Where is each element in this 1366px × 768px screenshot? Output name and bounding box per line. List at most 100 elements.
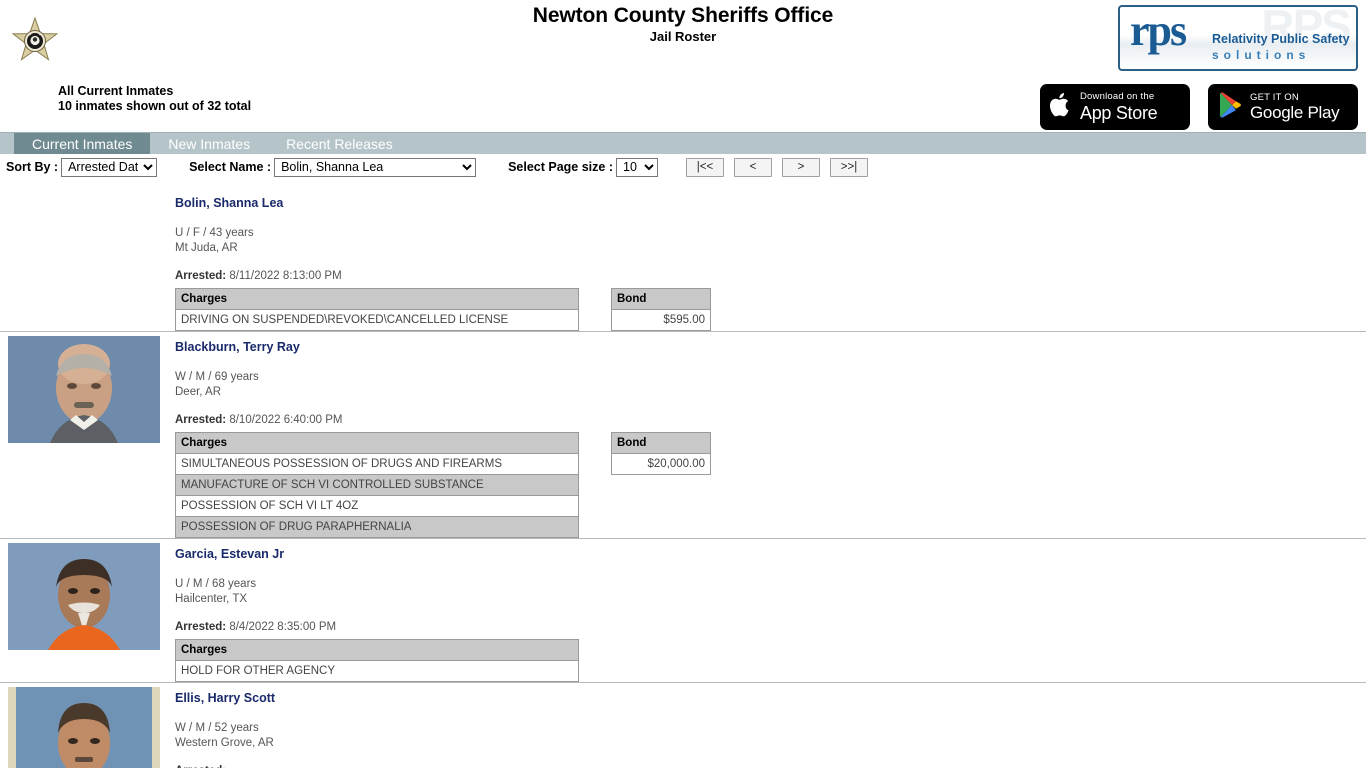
charges-header: Charges — [175, 288, 579, 310]
table-row: HOLD FOR OTHER AGENCY — [175, 660, 579, 682]
previous-page-button[interactable]: < — [734, 157, 772, 177]
first-page-button[interactable]: |<< — [686, 157, 724, 177]
charge-cell: MANUFACTURE OF SCH VI CONTROLLED SUBSTAN… — [175, 474, 579, 496]
tab-new-inmates[interactable]: New Inmates — [150, 133, 268, 154]
inmate-arrested: Arrested: — [175, 764, 1366, 768]
rps-wordmark: rps — [1130, 6, 1187, 55]
arrested-value: 8/10/2022 6:40:00 PM — [229, 414, 343, 426]
inmate-details: Garcia, Estevan Jr U / M / 68 years Hail… — [175, 539, 1366, 682]
bond-table: Bond $20,000.00 — [611, 432, 711, 475]
page-header: Newton County Sheriffs Office Jail Roste… — [0, 0, 1366, 132]
rps-tagline-primary: Relativity Public Safety — [1212, 32, 1350, 46]
inmate-details: Ellis, Harry Scott W / M / 52 years West… — [175, 683, 1366, 768]
inmate-race-sex-age: W / M / 52 years — [175, 722, 259, 734]
last-page-button[interactable]: >>| — [830, 157, 868, 177]
inmate-arrested: Arrested: 8/11/2022 8:13:00 PM — [175, 269, 1366, 283]
sort-by-select[interactable]: Arrested Date — [61, 157, 158, 177]
summary-line-scope: All Current Inmates — [58, 84, 174, 98]
inmate-race-sex-age: U / F / 43 years — [175, 227, 254, 239]
charge-cell: HOLD FOR OTHER AGENCY — [175, 660, 579, 682]
charges-and-bond: Charges HOLD FOR OTHER AGENCY — [175, 639, 1366, 682]
inmate-demographics: U / M / 68 years Hailcenter, TX — [175, 577, 1366, 606]
table-row: POSSESSION OF DRUG PARAPHERNALIA — [175, 516, 579, 538]
inmate-name-link[interactable]: Garcia, Estevan Jr — [175, 547, 284, 561]
select-name-select[interactable]: Bolin, Shanna Lea — [274, 157, 477, 177]
page-size-label: Select Page size : — [508, 160, 613, 174]
roster-controls: Sort By : Arrested Date Select Name : Bo… — [0, 154, 1366, 178]
mugshot-cell — [0, 188, 175, 331]
tab-current-inmates[interactable]: Current Inmates — [14, 133, 151, 154]
inmate-record: Garcia, Estevan Jr U / M / 68 years Hail… — [0, 538, 1366, 682]
arrested-value: 8/4/2022 8:35:00 PM — [229, 621, 337, 633]
inmate-arrested: Arrested: 8/4/2022 8:35:00 PM — [175, 620, 1366, 634]
inmate-race-sex-age: U / M / 68 years — [175, 578, 257, 590]
bond-cell: $20,000.00 — [611, 453, 711, 475]
google-play-icon — [1218, 91, 1242, 123]
google-play-button[interactable]: GET IT ON Google Play — [1208, 84, 1358, 130]
rps-logo[interactable]: RPS rps Relativity Public Safety solutio… — [1118, 5, 1358, 71]
inmate-demographics: W / M / 69 years Deer, AR — [175, 370, 1366, 399]
table-row: MANUFACTURE OF SCH VI CONTROLLED SUBSTAN… — [175, 474, 579, 496]
app-store-badge-label: App Store — [1080, 102, 1158, 123]
next-page-button[interactable]: > — [782, 157, 820, 177]
sheriff-star-badge-icon — [10, 16, 60, 66]
bond-cell: $595.00 — [611, 309, 711, 331]
summary-line-count: 10 inmates shown out of 32 total — [58, 99, 252, 113]
table-row: SIMULTANEOUS POSSESSION OF DRUGS AND FIR… — [175, 453, 579, 475]
charges-table: Charges SIMULTANEOUS POSSESSION OF DRUGS… — [175, 432, 579, 538]
pagination-controls: |<< < > >>| — [686, 157, 868, 177]
table-row: $20,000.00 — [611, 453, 711, 475]
inmate-name-link[interactable]: Bolin, Shanna Lea — [175, 196, 283, 210]
inmate-record: Ellis, Harry Scott W / M / 52 years West… — [0, 682, 1366, 768]
charges-header: Charges — [175, 432, 579, 454]
arrested-value: 8/11/2022 8:13:00 PM — [229, 270, 342, 282]
arrested-label: Arrested: — [175, 621, 227, 633]
mugshot-cell — [0, 332, 175, 538]
google-play-badge-label: Google Play — [1250, 103, 1340, 123]
charge-cell: DRIVING ON SUSPENDED\REVOKED\CANCELLED L… — [175, 309, 579, 331]
inmate-arrested: Arrested: 8/10/2022 6:40:00 PM — [175, 413, 1366, 427]
inmate-name-link[interactable]: Blackburn, Terry Ray — [175, 340, 300, 354]
charges-and-bond: Charges SIMULTANEOUS POSSESSION OF DRUGS… — [175, 432, 1366, 538]
charge-cell: SIMULTANEOUS POSSESSION OF DRUGS AND FIR… — [175, 453, 579, 475]
inmate-race-sex-age: W / M / 69 years — [175, 371, 259, 383]
apple-logo-icon — [1049, 92, 1072, 123]
page-size-select[interactable]: 10 — [616, 157, 658, 177]
inmate-demographics: U / F / 43 years Mt Juda, AR — [175, 226, 1366, 255]
inmate-record: Bolin, Shanna Lea U / F / 43 years Mt Ju… — [0, 178, 1366, 331]
rps-tagline-secondary: solutions — [1212, 48, 1311, 62]
inmate-details: Blackburn, Terry Ray W / M / 69 years De… — [175, 332, 1366, 538]
inmate-mugshot[interactable] — [8, 543, 160, 650]
inmate-city-state: Western Grove, AR — [175, 736, 274, 749]
bond-header: Bond — [611, 432, 711, 454]
inmate-demographics: W / M / 52 years Western Grove, AR — [175, 721, 1366, 750]
google-play-badge-small: GET IT ON — [1250, 91, 1299, 103]
inmate-roster: Bolin, Shanna Lea U / F / 43 years Mt Ju… — [0, 178, 1366, 768]
mugshot-cell — [0, 683, 175, 768]
select-name-label: Select Name : — [189, 160, 272, 174]
charges-and-bond: Charges DRIVING ON SUSPENDED\REVOKED\CAN… — [175, 288, 1366, 331]
app-store-badge-small: Download on the — [1080, 91, 1155, 103]
charges-header: Charges — [175, 639, 579, 661]
inmate-name-link[interactable]: Ellis, Harry Scott — [175, 691, 275, 705]
charge-cell: POSSESSION OF DRUG PARAPHERNALIA — [175, 516, 579, 538]
charge-cell: POSSESSION OF SCH VI LT 4OZ — [175, 495, 579, 517]
table-row: DRIVING ON SUSPENDED\REVOKED\CANCELLED L… — [175, 309, 579, 331]
charges-table: Charges DRIVING ON SUSPENDED\REVOKED\CAN… — [175, 288, 579, 331]
inmate-city-state: Mt Juda, AR — [175, 241, 238, 254]
arrested-label: Arrested: — [175, 414, 227, 426]
bond-header: Bond — [611, 288, 711, 310]
app-store-badges: Download on the App Store GET IT ON Goog… — [1040, 84, 1358, 130]
roster-summary: All Current Inmates 10 inmates shown out… — [58, 84, 251, 114]
inmate-record: Blackburn, Terry Ray W / M / 69 years De… — [0, 331, 1366, 538]
arrested-label: Arrested: — [175, 270, 227, 282]
app-store-button[interactable]: Download on the App Store — [1040, 84, 1190, 130]
tab-recent-releases[interactable]: Recent Releases — [268, 133, 411, 154]
inmate-city-state: Hailcenter, TX — [175, 592, 248, 605]
charges-table: Charges HOLD FOR OTHER AGENCY — [175, 639, 579, 682]
bond-table: Bond $595.00 — [611, 288, 711, 331]
tabbar-leading-spacer — [0, 133, 14, 154]
inmate-mugshot[interactable] — [8, 687, 160, 768]
roster-tabbar: Current Inmates New Inmates Recent Relea… — [0, 132, 1366, 154]
inmate-mugshot[interactable] — [8, 336, 160, 443]
